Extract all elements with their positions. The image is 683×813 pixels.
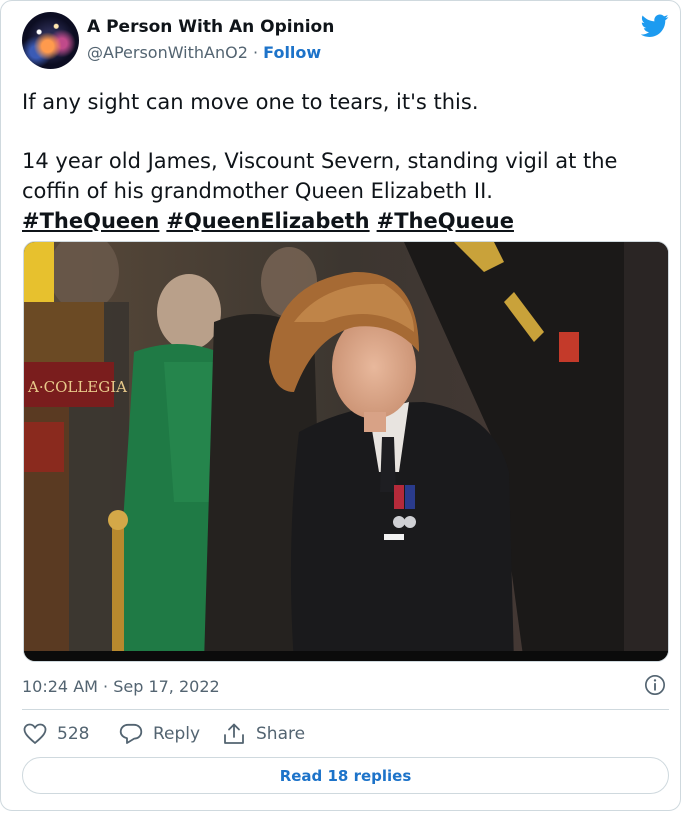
hashtag-link[interactable]: #TheQueue bbox=[377, 209, 514, 233]
twitter-bird-icon[interactable] bbox=[641, 14, 669, 38]
tweet-text: If any sight can move one to tears, it's… bbox=[22, 87, 642, 236]
tweet-media-photo[interactable]: A·COLLEGIA bbox=[23, 241, 669, 662]
reply-label: Reply bbox=[153, 724, 201, 744]
heart-icon bbox=[23, 723, 47, 745]
share-button[interactable]: Share bbox=[222, 721, 305, 747]
tweet-timestamp[interactable]: 10:24 AM · Sep 17, 2022 bbox=[22, 677, 220, 696]
photo-illustration: A·COLLEGIA bbox=[24, 242, 668, 661]
hashtag-link[interactable]: #QueenElizabeth bbox=[166, 209, 369, 233]
author-display-name[interactable]: A Person With An Opinion bbox=[87, 17, 334, 37]
share-arrow-icon bbox=[224, 723, 244, 744]
info-icon[interactable] bbox=[644, 674, 666, 696]
handle-separator: · bbox=[247, 43, 264, 62]
image-overlay-text: A·COLLEGIA bbox=[27, 378, 127, 396]
author-avatar[interactable] bbox=[22, 12, 79, 69]
author-handle[interactable]: @APersonWithAnO2 bbox=[87, 43, 248, 62]
read-replies-button[interactable]: Read 18 replies bbox=[22, 757, 669, 794]
author-handle-row: @APersonWithAnO2 · Follow bbox=[87, 43, 321, 62]
speech-bubble-icon bbox=[119, 723, 143, 744]
tweet-card: A Person With An Opinion @APersonWithAnO… bbox=[0, 0, 681, 811]
divider bbox=[22, 709, 669, 710]
reply-button[interactable]: Reply bbox=[119, 721, 200, 747]
hashtag-row: #TheQueen #QueenElizabeth #TheQueue bbox=[22, 206, 642, 236]
follow-button[interactable]: Follow bbox=[263, 43, 321, 62]
tweet-line-2: 14 year old James, Viscount Severn, stan… bbox=[22, 149, 618, 203]
hashtag-link[interactable]: #TheQueen bbox=[22, 209, 159, 233]
like-count: 528 bbox=[57, 724, 90, 744]
like-button[interactable]: 528 bbox=[23, 721, 89, 747]
share-label: Share bbox=[256, 724, 306, 744]
tweet-line-1: If any sight can move one to tears, it's… bbox=[22, 90, 479, 114]
